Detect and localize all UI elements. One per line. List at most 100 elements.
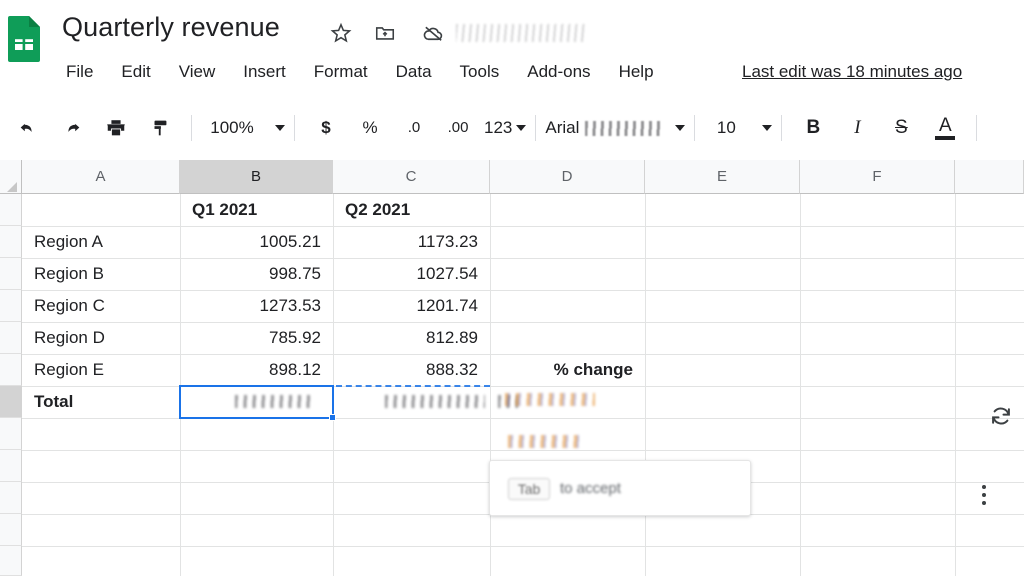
row-header-12[interactable]: [0, 546, 22, 576]
menu-item-insert[interactable]: Insert: [229, 58, 300, 86]
row-header-6[interactable]: [0, 354, 22, 386]
last-edit-status[interactable]: Last edit was 18 minutes ago: [742, 58, 962, 86]
page-title[interactable]: Quarterly revenue: [62, 12, 280, 43]
chevron-down-icon[interactable]: [516, 125, 526, 131]
font-family-label: Arial: [545, 118, 579, 138]
column-header-a[interactable]: A: [22, 160, 180, 194]
currency-label: $: [321, 109, 330, 147]
decrease-decimal-button[interactable]: .0: [395, 109, 433, 147]
font-size-selector[interactable]: 10: [704, 109, 772, 147]
more-vertical-icon[interactable]: [982, 485, 986, 505]
percent-label: %: [362, 109, 377, 147]
row-header-10[interactable]: [0, 482, 22, 514]
suggested-pct-row9: [508, 432, 580, 450]
column-header-e[interactable]: E: [645, 160, 800, 194]
menu-item-tools[interactable]: Tools: [446, 58, 514, 86]
print-icon[interactable]: [97, 109, 135, 147]
strikethrough-label: S: [895, 109, 908, 147]
star-icon[interactable]: [328, 20, 354, 46]
percent-format-button[interactable]: %: [351, 109, 389, 147]
menu-item-format[interactable]: Format: [300, 58, 382, 86]
toolbar-divider: [294, 115, 295, 141]
sheets-logo-icon[interactable]: [4, 14, 44, 62]
table-cell-c1[interactable]: Q2 2021: [339, 194, 484, 226]
row-header-7[interactable]: [0, 386, 22, 418]
bold-label: B: [807, 109, 821, 147]
italic-label: I: [854, 109, 860, 147]
row-header-8[interactable]: [0, 418, 22, 450]
column-header-g[interactable]: [955, 160, 1024, 194]
percent-change-header[interactable]: % change: [496, 354, 639, 386]
chevron-down-icon[interactable]: [275, 125, 285, 131]
undo-icon[interactable]: [9, 109, 47, 147]
menu-item-file[interactable]: File: [60, 58, 107, 86]
menu-bar: File Edit View Insert Format Data Tools …: [60, 58, 668, 86]
more-formats-label: 123: [484, 109, 512, 147]
menu-item-view[interactable]: View: [165, 58, 230, 86]
table-cell-b4[interactable]: 1273.53: [186, 290, 327, 322]
menu-item-help[interactable]: Help: [605, 58, 668, 86]
suggested-total-d-edge: [498, 392, 518, 410]
column-header-b[interactable]: B: [180, 160, 333, 194]
bold-button[interactable]: B: [794, 109, 832, 147]
table-cell-c6[interactable]: 888.32: [339, 354, 484, 386]
zoom-level-label: 100%: [201, 109, 263, 147]
table-cell-b2[interactable]: 1005.21: [186, 226, 327, 258]
table-cell-c4[interactable]: 1201.74: [339, 290, 484, 322]
table-cell-b6[interactable]: 898.12: [186, 354, 327, 386]
menu-item-data[interactable]: Data: [382, 58, 446, 86]
table-cell-a2[interactable]: Region A: [28, 226, 174, 258]
font-size-label: 10: [704, 109, 748, 147]
toolbar-divider: [535, 115, 536, 141]
row-header-11[interactable]: [0, 514, 22, 546]
obscured-title-label: [456, 24, 586, 42]
menu-item-addons[interactable]: Add-ons: [513, 58, 604, 86]
accept-hint-label: to accept: [560, 480, 621, 497]
spreadsheet-grid: A B C D E F Q1 2021 Q2 2021 Region A 100…: [0, 160, 1024, 576]
select-all-corner[interactable]: [0, 160, 22, 194]
increase-decimal-button[interactable]: .00: [439, 109, 477, 147]
paint-format-icon[interactable]: [141, 109, 179, 147]
chevron-down-icon[interactable]: [762, 125, 772, 131]
text-color-label: A: [939, 116, 952, 136]
number-format-selector[interactable]: 123: [484, 109, 526, 147]
row-header-5[interactable]: [0, 322, 22, 354]
table-cell-a3[interactable]: Region B: [28, 258, 174, 290]
row-header-4[interactable]: [0, 290, 22, 322]
chevron-down-icon[interactable]: [675, 125, 685, 131]
font-family-selector[interactable]: Arial: [545, 117, 685, 139]
table-cell-a5[interactable]: Region D: [28, 322, 174, 354]
text-color-button[interactable]: A: [926, 109, 964, 147]
column-header-f[interactable]: F: [800, 160, 955, 194]
redo-icon[interactable]: [53, 109, 91, 147]
corner-triangle-icon: [7, 182, 17, 192]
column-header-d[interactable]: D: [490, 160, 645, 194]
table-cell-b5[interactable]: 785.92: [186, 322, 327, 354]
suggested-total-c: [385, 392, 485, 410]
table-cell-a7[interactable]: Total: [28, 386, 174, 418]
font-name-obscured: [585, 121, 663, 136]
row-header-1[interactable]: [0, 194, 22, 226]
refresh-icon[interactable]: [988, 403, 1014, 429]
cloud-offline-icon[interactable]: [420, 20, 446, 46]
autocomplete-suggestion-card: Tab to accept: [489, 460, 751, 516]
table-cell-a6[interactable]: Region E: [28, 354, 174, 386]
strikethrough-button[interactable]: S: [882, 109, 920, 147]
zoom-selector[interactable]: 100%: [201, 109, 285, 147]
table-cell-a4[interactable]: Region C: [28, 290, 174, 322]
table-cell-b1[interactable]: Q1 2021: [186, 194, 327, 226]
text-color-swatch: [935, 136, 955, 140]
folder-move-icon[interactable]: [372, 20, 398, 46]
row-header-2[interactable]: [0, 226, 22, 258]
fill-handle[interactable]: [329, 414, 336, 421]
currency-format-button[interactable]: $: [307, 109, 345, 147]
table-cell-c2[interactable]: 1173.23: [339, 226, 484, 258]
row-header-3[interactable]: [0, 258, 22, 290]
menu-item-edit[interactable]: Edit: [107, 58, 164, 86]
row-header-9[interactable]: [0, 450, 22, 482]
table-cell-c3[interactable]: 1027.54: [339, 258, 484, 290]
table-cell-c5[interactable]: 812.89: [339, 322, 484, 354]
column-header-c[interactable]: C: [333, 160, 490, 194]
italic-button[interactable]: I: [838, 109, 876, 147]
table-cell-b3[interactable]: 998.75: [186, 258, 327, 290]
